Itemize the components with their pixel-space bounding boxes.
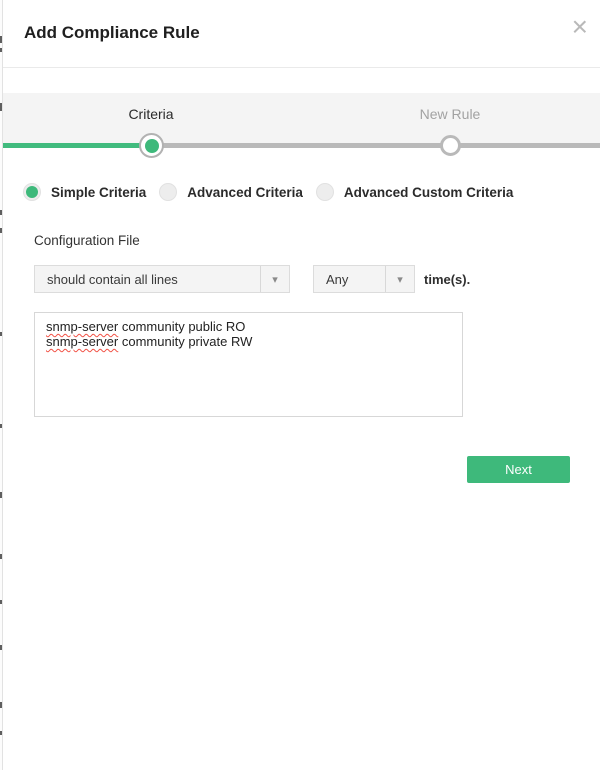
background-page-fragment (0, 554, 2, 559)
step-dot-new-rule-pending (440, 135, 461, 156)
action-row: Next (34, 456, 570, 483)
dialog-content: Simple Criteria Advanced Criteria Advanc… (3, 183, 600, 483)
background-page-fragment (0, 36, 2, 43)
config-lines-textarea[interactable]: snmp-server community public RO snmp-ser… (34, 312, 463, 417)
radio-unselected-icon (315, 183, 334, 201)
step-dot-inner-green (144, 138, 159, 153)
background-page-fragment (0, 332, 2, 336)
criteria-type-radio-group: Simple Criteria Advanced Criteria Advanc… (23, 183, 570, 201)
background-page-fragment (0, 600, 2, 604)
close-icon[interactable]: × (572, 13, 588, 41)
radio-selected-icon (23, 183, 41, 201)
radio-unselected-icon (159, 183, 178, 201)
config-line-rest: community public RO (118, 319, 246, 334)
background-page-fragment (0, 645, 2, 650)
configuration-file-label: Configuration File (34, 233, 140, 248)
stepper-track-progress (3, 143, 151, 148)
background-page-fragment (0, 492, 2, 498)
config-line-rest: community private RW (118, 334, 253, 349)
step-label-criteria: Criteria (128, 106, 174, 122)
config-line-keyword: snmp-server (46, 334, 119, 349)
condition-row: should contain all lines ▾ Any ▾ time(s)… (34, 265, 570, 293)
next-button[interactable]: Next (467, 456, 570, 483)
chevron-down-icon: ▾ (385, 266, 414, 292)
step-label-new-rule: New Rule (419, 106, 481, 122)
chevron-down-icon: ▾ (260, 266, 289, 292)
add-compliance-rule-dialog: Add Compliance Rule × Criteria New Rule … (3, 0, 600, 770)
step-dot-criteria-active (139, 133, 164, 158)
times-suffix-label: time(s). (424, 271, 471, 287)
config-line: snmp-server community public RO (46, 319, 451, 334)
background-page-fragment (0, 210, 2, 215)
occurrence-select-value: Any (326, 271, 349, 287)
radio-label-simple-criteria: Simple Criteria (51, 184, 147, 200)
radio-advanced-criteria[interactable]: Advanced Criteria (159, 183, 303, 201)
radio-dot (26, 186, 38, 198)
background-page-fragment (0, 731, 2, 735)
radio-simple-criteria[interactable]: Simple Criteria (23, 183, 146, 201)
config-line-keyword: snmp-server (46, 319, 119, 334)
condition-select-value: should contain all lines (47, 271, 178, 287)
background-page-fragment (0, 702, 2, 708)
wizard-stepper: Criteria New Rule (3, 93, 600, 158)
radio-label-advanced-custom-criteria: Advanced Custom Criteria (343, 184, 514, 200)
background-page-fragment (0, 48, 2, 52)
dialog-title: Add Compliance Rule (24, 23, 200, 42)
dialog-header: Add Compliance Rule × (3, 0, 600, 68)
background-page-fragment (0, 228, 2, 233)
occurrence-select[interactable]: Any ▾ (313, 265, 415, 293)
background-page-fragment (0, 424, 2, 428)
condition-select[interactable]: should contain all lines ▾ (34, 265, 290, 293)
background-page-edge (0, 0, 3, 770)
config-line: snmp-server community private RW (46, 334, 451, 349)
radio-advanced-custom-criteria[interactable]: Advanced Custom Criteria (315, 183, 514, 201)
radio-label-advanced-criteria: Advanced Criteria (187, 184, 303, 200)
background-page-fragment (0, 103, 2, 111)
